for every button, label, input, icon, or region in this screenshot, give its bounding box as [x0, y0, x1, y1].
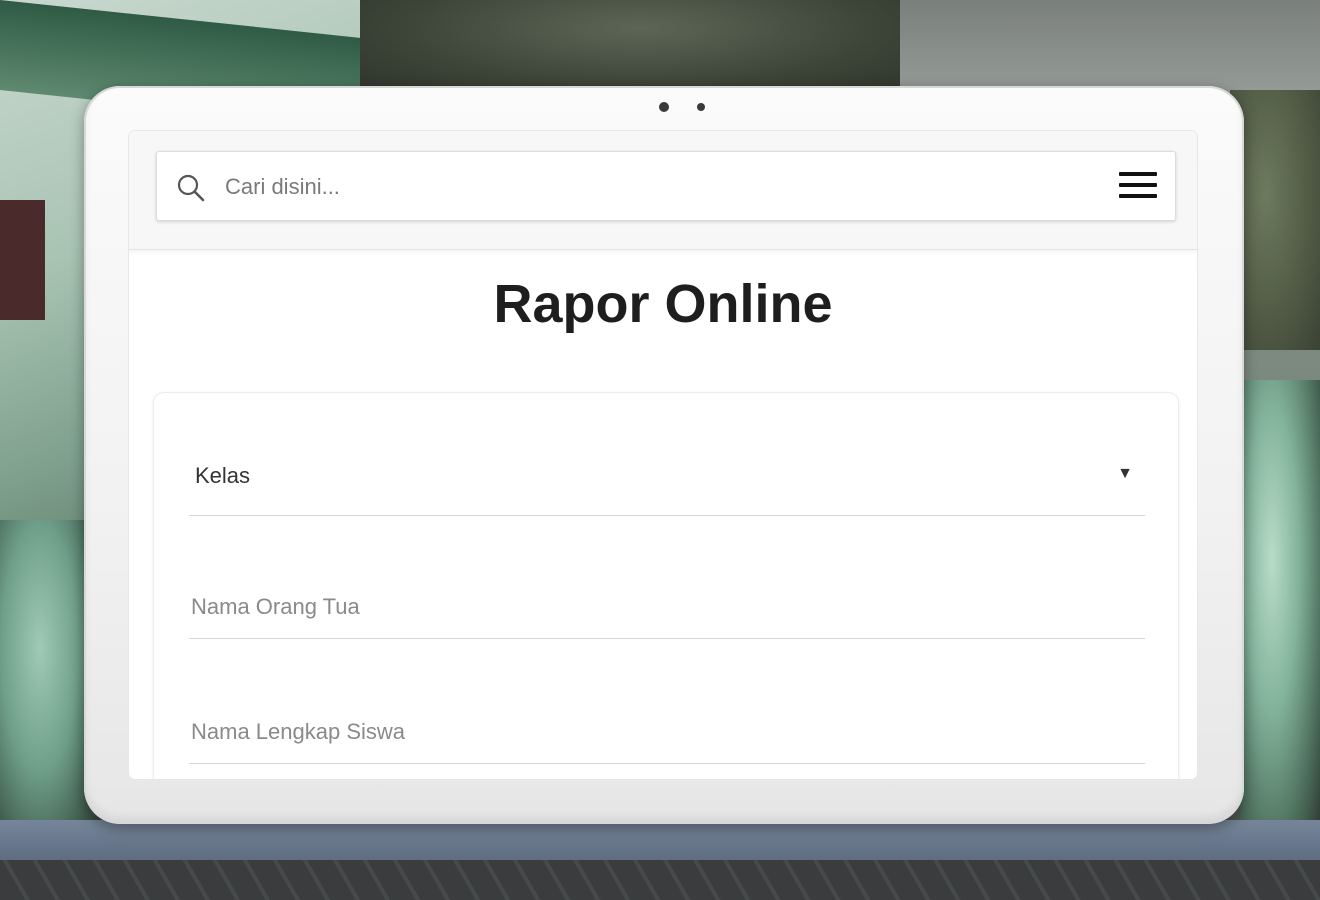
kelas-select-value: Kelas — [195, 463, 251, 488]
bg-students-right — [1240, 380, 1320, 830]
nama-orang-tua-field-wrapper — [189, 578, 1145, 639]
search-icon[interactable] — [175, 172, 207, 204]
search-box — [156, 151, 1176, 221]
menu-bar — [1119, 183, 1157, 187]
page-title: Rapor Online — [493, 274, 833, 334]
caret-down-icon: ▼ — [1117, 465, 1133, 482]
sensor-dot — [697, 103, 705, 111]
bg-door — [0, 200, 45, 320]
bg-tarp — [0, 820, 1320, 865]
nama-lengkap-siswa-field[interactable] — [189, 711, 1143, 753]
tablet-frame: Rapor Online Kelas ▼ — [84, 86, 1244, 824]
tablet-screen: Rapor Online Kelas ▼ — [129, 131, 1197, 779]
nama-lengkap-siswa-field-wrapper — [189, 703, 1145, 764]
search-input[interactable] — [223, 166, 1087, 208]
form-card: Kelas ▼ — [154, 393, 1178, 779]
kelas-select[interactable]: Kelas ▼ — [189, 443, 1145, 516]
camera-dot — [659, 102, 669, 112]
top-bar — [129, 131, 1197, 250]
hamburger-menu-icon[interactable] — [1119, 168, 1159, 204]
menu-bar — [1119, 194, 1157, 198]
nama-orang-tua-field[interactable] — [189, 586, 1143, 628]
menu-bar — [1119, 172, 1157, 176]
bg-tree — [360, 0, 920, 95]
bg-paving — [0, 860, 1320, 900]
